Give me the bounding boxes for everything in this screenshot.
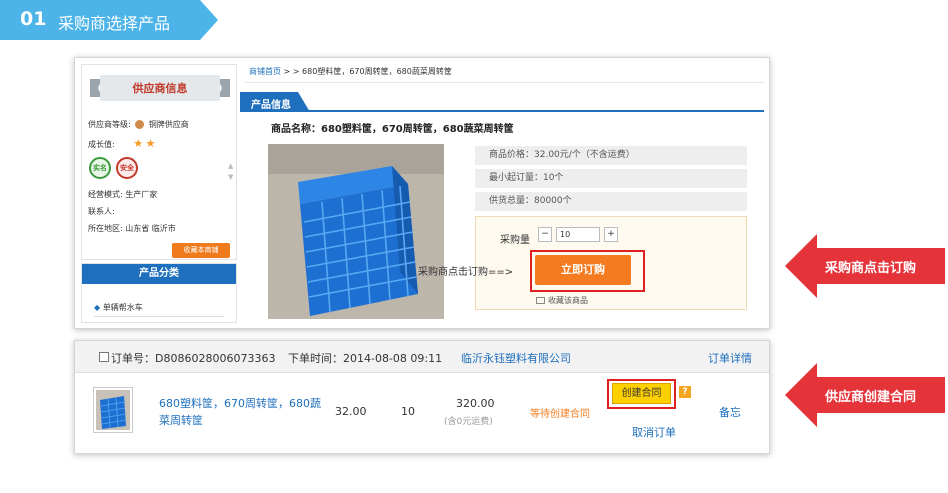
divider xyxy=(94,316,224,317)
quantity-input[interactable]: 10 xyxy=(556,227,600,242)
step-banner: 01 采购商选择产品 xyxy=(0,0,220,40)
order-total: 320.00 xyxy=(456,397,495,410)
location: 所在地区: 山东省 临沂市 xyxy=(88,224,176,233)
order-number: 订单号：D8086028006073363 xyxy=(111,352,276,365)
order-checkbox[interactable] xyxy=(99,352,109,362)
buyer-callout-text: 采购商点击订购 xyxy=(825,261,917,276)
category-item[interactable]: ◆ 单辆帮水车 xyxy=(94,302,143,313)
order-detail-link[interactable]: 订单详情 xyxy=(708,350,752,366)
supply-total: 供货总量：80000个 xyxy=(475,192,747,211)
order-product-thumbnail[interactable] xyxy=(93,387,133,433)
supplier-info-box: 供应商信息 供应商等级: 铜牌供应商 成长值: ★ ★ 实名 安全 ▲ ▼ 经营模… xyxy=(81,64,237,260)
quantity-plus-button[interactable]: + xyxy=(604,227,618,242)
growth-value: 成长值: ★ ★ xyxy=(88,137,156,150)
cancel-order-link[interactable]: 取消订单 xyxy=(632,424,676,440)
favorite-icon xyxy=(536,297,545,304)
quantity-minus-button[interactable]: − xyxy=(538,227,552,242)
category-header: 产品分类 xyxy=(82,264,236,284)
product-category-box: 产品分类 ◆ 单辆帮水车 xyxy=(81,263,237,323)
favorite-product-link[interactable]: 收藏该商品 xyxy=(536,295,588,306)
step-title: 采购商选择产品 xyxy=(58,14,171,33)
verified-badge-icon: 实名 xyxy=(89,157,111,179)
buy-now-button[interactable]: 立即订购 xyxy=(535,255,631,285)
product-image xyxy=(268,144,444,319)
supplier-callout: 供应商创建合同 xyxy=(785,363,945,427)
help-icon[interactable]: ? xyxy=(679,386,691,398)
security-badge-icon: 安全 xyxy=(116,157,138,179)
bronze-medal-icon xyxy=(135,120,145,129)
unit-price: 32.00 xyxy=(335,405,367,418)
supplier-callout-text: 供应商创建合同 xyxy=(825,390,917,405)
business-mode: 经营模式: 生产厂家 xyxy=(88,190,158,199)
supplier-company-link[interactable]: 临沂永钰塑料有限公司 xyxy=(461,350,571,366)
scroll-arrows-icon[interactable]: ▲ ▼ xyxy=(228,161,233,183)
divider xyxy=(245,82,765,83)
minimum-order: 最小起订量：10个 xyxy=(475,169,747,188)
inline-annotation: 采购商点击订购==> xyxy=(418,267,514,278)
breadcrumb-current: 680塑料筐，670周转筐，680蔬菜周转筐 xyxy=(302,67,452,76)
step-number: 01 xyxy=(20,8,47,30)
order-status: 等待创建合同 xyxy=(530,409,590,420)
create-contract-button[interactable]: 创建合同 xyxy=(612,383,671,404)
order-panel: 订单号：D8086028006073363 下单时间：2014-08-08 09… xyxy=(74,340,770,454)
shipping-note: (含0元运费) xyxy=(444,417,493,427)
star-icon: ★ xyxy=(145,137,156,150)
star-icon: ★ xyxy=(133,137,144,150)
memo-link[interactable]: 备忘 xyxy=(719,404,741,420)
bullet-icon: ◆ xyxy=(94,303,101,312)
tab-product-info[interactable]: 产品信息 xyxy=(251,96,291,111)
product-name: 商品名称：680塑料筐，670周转筐，680蔬菜周转筐 xyxy=(271,124,514,135)
product-page-panel: 供应商信息 供应商等级: 铜牌供应商 成长值: ★ ★ 实名 安全 ▲ ▼ 经营模… xyxy=(74,57,770,329)
purchase-box: 采购量 − 10 + 立即订购 收藏该商品 xyxy=(475,216,747,310)
product-info-tab-bar: 产品信息 xyxy=(240,92,764,112)
breadcrumb-home-link[interactable]: 商铺首页 xyxy=(249,67,281,76)
supplier-info-header: 供应商信息 xyxy=(132,82,188,95)
favorite-shop-button[interactable]: 收藏本商铺 xyxy=(172,243,230,258)
supplier-level: 供应商等级: 铜牌供应商 xyxy=(88,120,189,129)
blue-crate-image xyxy=(268,144,444,319)
order-quantity: 10 xyxy=(401,405,415,418)
quantity-label: 采购量 xyxy=(500,235,530,246)
blue-crate-thumbnail xyxy=(96,390,130,430)
order-product-link[interactable]: 680塑料筐，670周转筐，680蔬菜周转筐 xyxy=(159,395,329,429)
buyer-callout: 采购商点击订购 xyxy=(785,234,945,298)
product-price: 商品价格：32.00元/个（不含运费） xyxy=(475,146,747,165)
breadcrumb: 商铺首页 > > 680塑料筐，670周转筐，680蔬菜周转筐 xyxy=(249,67,452,76)
order-header: 订单号：D8086028006073363 下单时间：2014-08-08 09… xyxy=(75,341,769,373)
order-time: 下单时间：2014-08-08 09:11 xyxy=(288,352,443,365)
contact-person: 联系人: xyxy=(88,207,115,216)
